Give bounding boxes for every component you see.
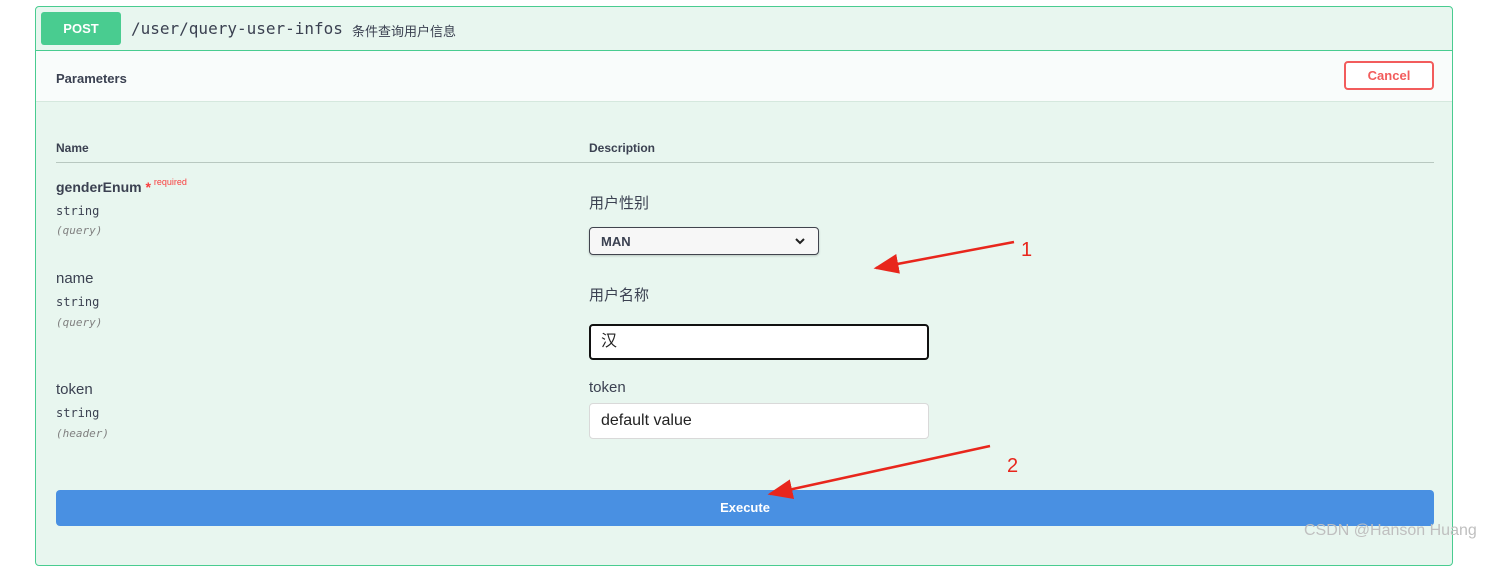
annotation-label-1: 1	[1021, 239, 1033, 261]
arrow-1	[873, 240, 1015, 274]
watermark: CSDN @Hanson Huang	[1304, 522, 1477, 539]
arrow-2	[767, 444, 991, 499]
annotation-arrows	[767, 240, 1015, 499]
annotation-label-2: 2	[1007, 455, 1019, 477]
